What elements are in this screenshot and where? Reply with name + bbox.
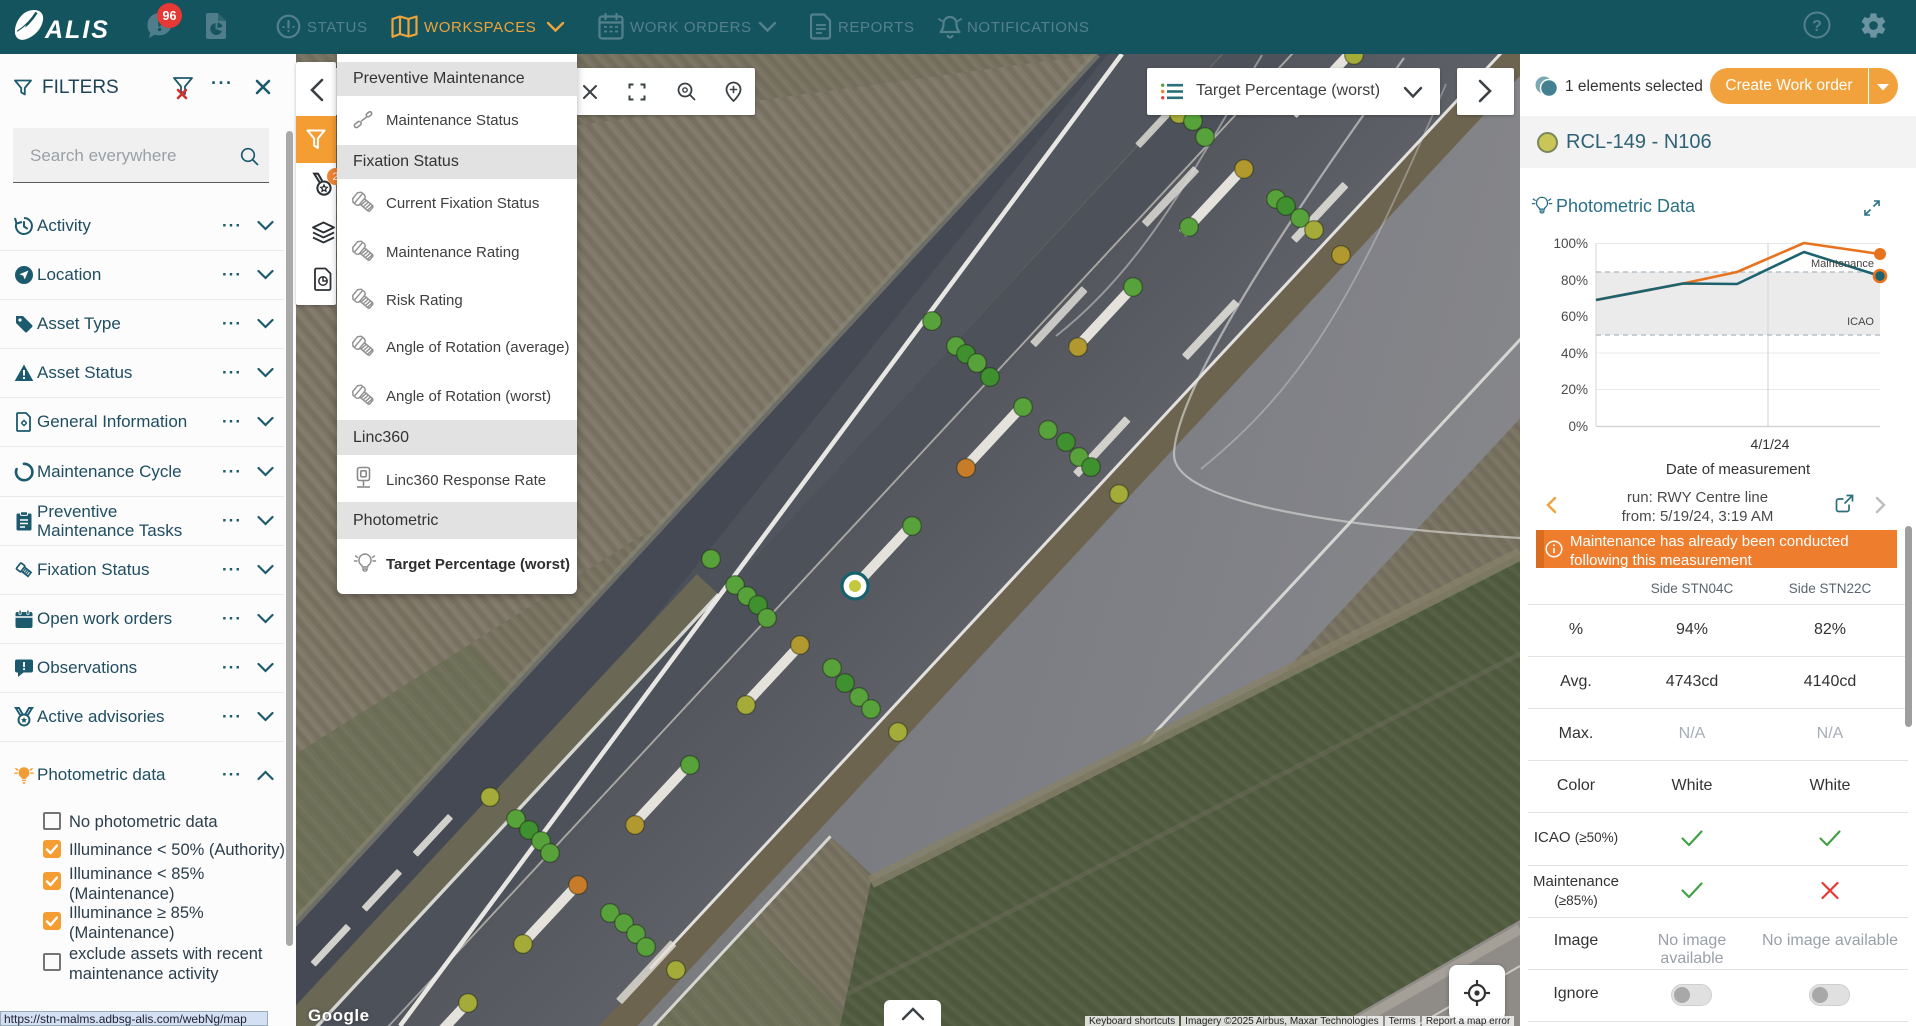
svg-text:100%: 100% [1553, 237, 1588, 251]
svg-text:Maintenance: Maintenance [1811, 258, 1874, 270]
svg-text:4/1/24: 4/1/24 [1751, 436, 1790, 452]
svg-text:Date of measurement: Date of measurement [1666, 461, 1811, 478]
svg-text:?: ? [1812, 18, 1822, 35]
svg-text:60%: 60% [1561, 309, 1588, 324]
svg-text:40%: 40% [1561, 346, 1588, 361]
svg-text:0%: 0% [1568, 419, 1588, 434]
svg-text:20%: 20% [1561, 382, 1588, 397]
svg-text:ICAO: ICAO [1847, 316, 1874, 328]
svg-text:ALIS: ALIS [44, 16, 110, 44]
svg-text:80%: 80% [1561, 273, 1588, 288]
